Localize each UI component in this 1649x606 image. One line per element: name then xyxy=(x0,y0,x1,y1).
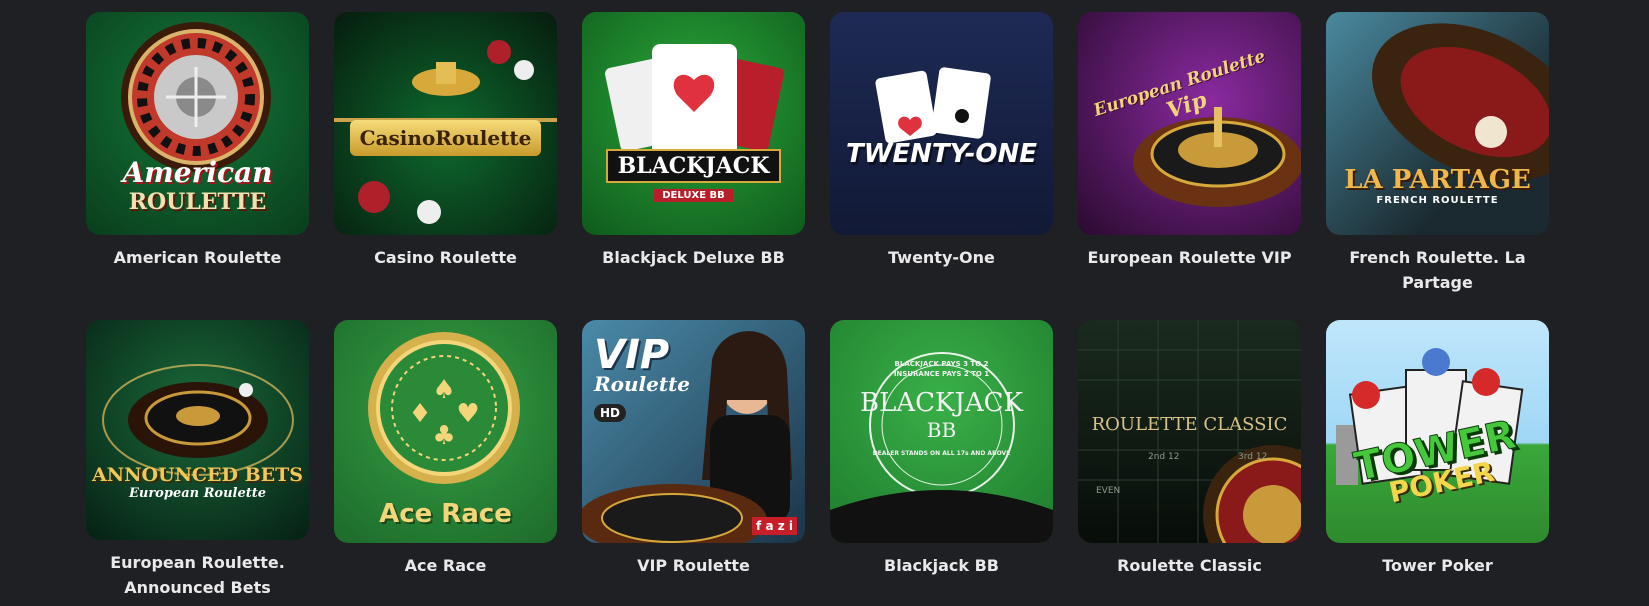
art-text: 2nd 12 xyxy=(1148,452,1180,462)
svg-text:♦: ♦ xyxy=(408,399,431,429)
playing-cards-icon xyxy=(875,67,991,144)
game-title[interactable]: VIP Roulette xyxy=(582,553,805,578)
game-card-blackjack-bb[interactable]: BLACKJACK PAYS 3 TO 2 INSURANCE PAYS 2 T… xyxy=(830,320,1053,600)
game-title[interactable]: Casino Roulette xyxy=(334,245,557,270)
svg-text:♥: ♥ xyxy=(456,399,479,429)
game-thumbnail[interactable]: VIP Roulette HD f a z i xyxy=(582,320,805,543)
game-card-twenty-one[interactable]: TWENTY-ONE Twenty-One xyxy=(830,12,1053,320)
game-title[interactable]: European Roulette VIP xyxy=(1078,245,1301,270)
game-thumbnail[interactable]: BLACKJACK PAYS 3 TO 2 INSURANCE PAYS 2 T… xyxy=(830,320,1053,543)
game-card-blackjack-deluxe-bb[interactable]: BLACKJACK DELUXE BB Blackjack Deluxe BB xyxy=(582,12,805,320)
game-thumbnail[interactable]: TWENTY-ONE xyxy=(830,12,1053,235)
game-thumbnail[interactable]: TOWER POKER xyxy=(1326,320,1549,543)
svg-text:♠: ♠ xyxy=(432,375,455,405)
game-title[interactable]: Blackjack BB xyxy=(830,553,1053,578)
art-text: ROULETTE CLASSIC xyxy=(1091,414,1288,435)
games-grid: American ROULETTE American Roulette Casi… xyxy=(86,12,1549,600)
art-text: BLACKJACK PAYS 3 TO 2 xyxy=(894,360,989,368)
game-card-vip-roulette[interactable]: VIP Roulette HD f a z i VIP Roulette xyxy=(582,320,805,600)
art-text: EVEN xyxy=(1096,486,1121,496)
game-title[interactable]: European Roulette. Announced Bets xyxy=(86,550,309,600)
art-text: ROULETTE xyxy=(128,189,267,215)
game-title[interactable]: American Roulette xyxy=(86,245,309,270)
game-thumbnail[interactable]: CasinoRoulette xyxy=(334,12,557,235)
art-text: LA PARTAGE xyxy=(1344,165,1531,195)
game-title[interactable]: Tower Poker xyxy=(1326,553,1549,578)
svg-text:♣: ♣ xyxy=(432,421,455,451)
game-thumbnail[interactable]: ROULETTE CLASSIC 2nd 12 3rd 12 EVEN xyxy=(1078,320,1301,543)
art-text: TWENTY-ONE xyxy=(845,138,1038,169)
game-card-european-roulette-announced-bets[interactable]: ANNOUNCED BETS European Roulette Europea… xyxy=(86,320,309,600)
game-card-french-roulette-la-partage[interactable]: LA PARTAGE FRENCH ROULETTE French Roulet… xyxy=(1326,12,1549,320)
art-text: American xyxy=(122,156,273,189)
game-thumbnail[interactable]: ANNOUNCED BETS European Roulette xyxy=(86,320,309,540)
game-title[interactable]: Roulette Classic xyxy=(1078,553,1301,578)
art-text: Ace Race xyxy=(379,498,512,529)
game-thumbnail[interactable]: ♠ ♦ ♥ ♣ Ace Race xyxy=(334,320,557,543)
art-text: European Roulette xyxy=(128,485,267,501)
art-text: 3rd 12 xyxy=(1238,452,1268,462)
game-card-roulette-classic[interactable]: ROULETTE CLASSIC 2nd 12 3rd 12 EVEN Roul… xyxy=(1078,320,1301,600)
art-text: ANNOUNCED BETS xyxy=(91,463,304,486)
game-card-tower-poker[interactable]: TOWER POKER Tower Poker xyxy=(1326,320,1549,600)
game-thumbnail[interactable]: European Roulette Vip xyxy=(1078,12,1301,235)
game-card-casino-roulette[interactable]: CasinoRoulette Casino Roulette xyxy=(334,12,557,320)
fazi-logo: f a z i xyxy=(752,517,797,535)
game-card-american-roulette[interactable]: American ROULETTE American Roulette xyxy=(86,12,309,320)
art-text: FRENCH ROULETTE xyxy=(1376,195,1499,206)
game-title[interactable]: Twenty-One xyxy=(830,245,1053,270)
game-title[interactable]: Ace Race xyxy=(334,553,557,578)
game-thumbnail[interactable]: BLACKJACK DELUXE BB xyxy=(582,12,805,235)
art-text: Roulette xyxy=(594,372,691,396)
game-title[interactable]: Blackjack Deluxe BB xyxy=(582,245,805,270)
art-text: BLACKJACK xyxy=(860,388,1023,418)
art-text: BB xyxy=(926,418,957,442)
game-thumbnail[interactable]: American ROULETTE xyxy=(86,12,309,235)
game-card-ace-race[interactable]: ♠ ♦ ♥ ♣ Ace Race Ace Race xyxy=(334,320,557,600)
game-card-european-roulette-vip[interactable]: European Roulette Vip European Roulette … xyxy=(1078,12,1301,320)
game-title[interactable]: French Roulette. La Partage xyxy=(1326,245,1549,295)
art-text: DEALER STANDS ON ALL 17s AND ABOVE xyxy=(872,450,1011,457)
art-text: HD xyxy=(594,404,627,422)
art-text: BLACKJACK xyxy=(605,149,782,183)
art-text: CasinoRoulette xyxy=(349,119,542,156)
art-text: INSURANCE PAYS 2 TO 1 xyxy=(893,370,990,378)
roulette-wheel-icon xyxy=(102,364,294,476)
art-text: DELUXE BB xyxy=(654,189,733,202)
game-thumbnail[interactable]: LA PARTAGE FRENCH ROULETTE xyxy=(1326,12,1549,235)
